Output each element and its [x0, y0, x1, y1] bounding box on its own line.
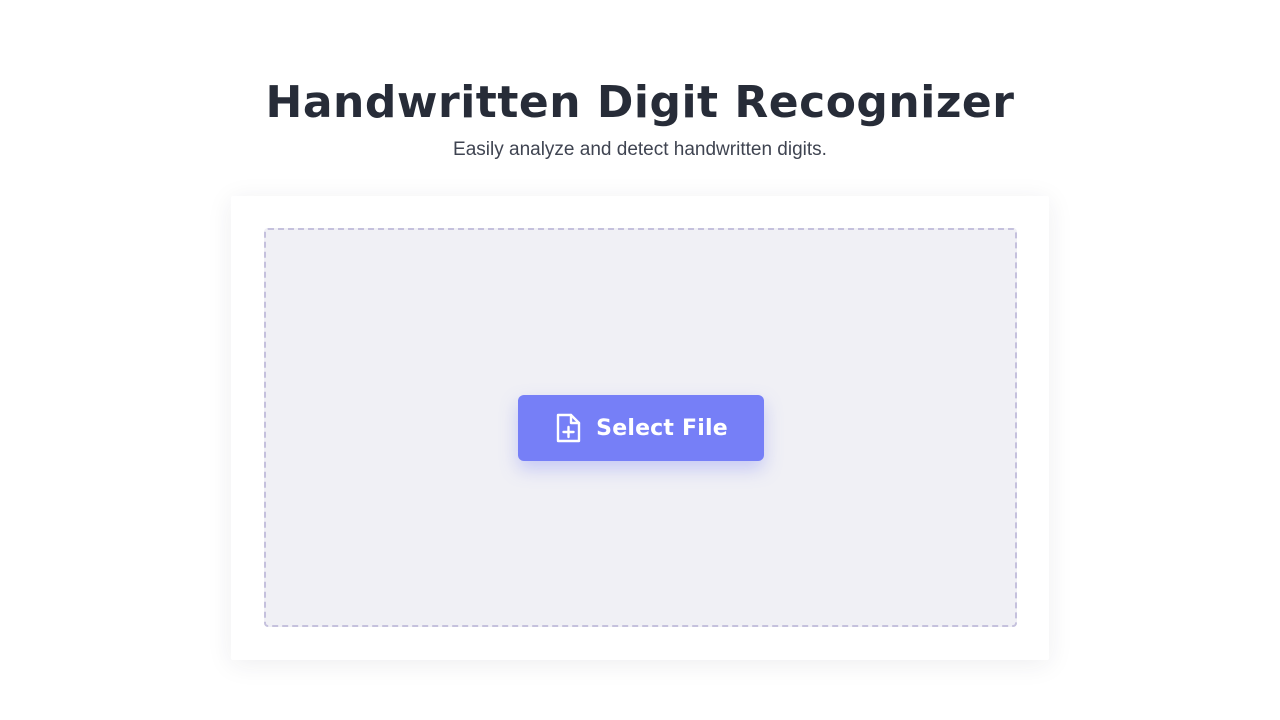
page-subtitle: Easily analyze and detect handwritten di… — [453, 139, 827, 160]
page-header: Handwritten Digit Recognizer Easily anal… — [0, 72, 1280, 162]
select-file-button[interactable]: Select File — [518, 395, 764, 461]
page-title: Handwritten Digit Recognizer — [265, 77, 1015, 128]
file-plus-icon — [554, 412, 582, 444]
file-dropzone[interactable]: Select File — [264, 228, 1017, 627]
upload-card: Select File — [231, 196, 1049, 660]
select-file-label: Select File — [596, 415, 728, 441]
page: Handwritten Digit Recognizer Easily anal… — [0, 0, 1280, 720]
